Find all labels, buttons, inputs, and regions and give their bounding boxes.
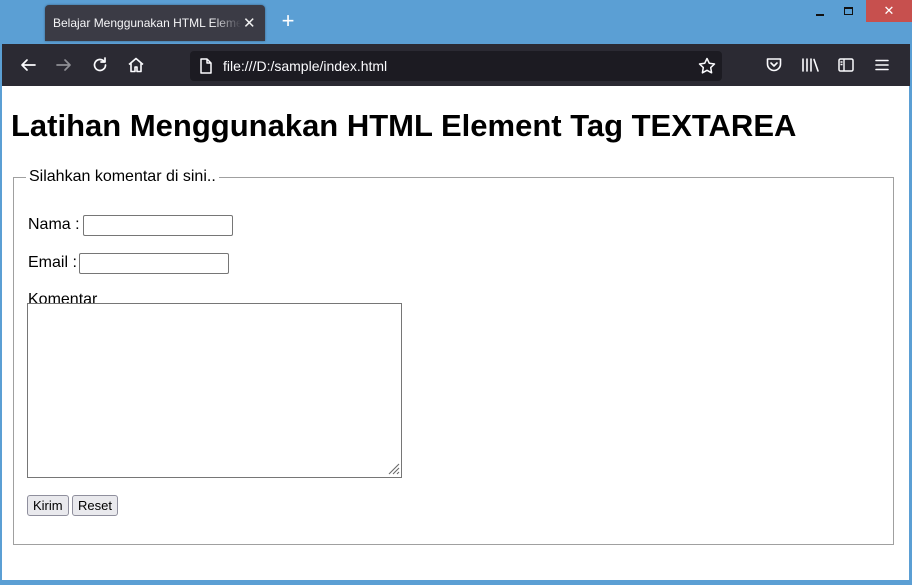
forward-icon xyxy=(56,59,71,71)
address-bar[interactable]: file:///D:/sample/index.html xyxy=(190,51,722,81)
library-button[interactable] xyxy=(800,55,820,75)
page-content: Latihan Menggunakan HTML Element Tag TEX… xyxy=(2,86,909,580)
navigation-toolbar: file:///D:/sample/index.html xyxy=(0,44,912,86)
nama-input[interactable] xyxy=(83,215,233,236)
tab-close-icon[interactable]: ✕ xyxy=(243,16,256,31)
browser-tab[interactable]: Belajar Menggunakan HTML Element Tag TEX… xyxy=(45,5,265,41)
menu-button[interactable] xyxy=(872,55,892,75)
tab-title: Belajar Menggunakan HTML Element Tag TEX… xyxy=(53,16,241,30)
library-icon xyxy=(802,58,819,72)
nama-label: Nama : xyxy=(28,216,80,233)
maximize-icon xyxy=(843,7,853,15)
reset-button[interactable]: Reset xyxy=(72,495,118,516)
home-button[interactable] xyxy=(126,55,146,75)
close-icon: ✕ xyxy=(883,3,895,18)
fieldset-legend: Silahkan komentar di sini.. xyxy=(29,168,216,185)
email-label: Email : xyxy=(28,254,77,271)
page-heading: Latihan Menggunakan HTML Element Tag TEX… xyxy=(11,108,797,143)
menu-icon xyxy=(875,59,889,71)
forward-button[interactable] xyxy=(54,55,74,75)
close-window-button[interactable]: ✕ xyxy=(866,0,912,22)
page-icon xyxy=(200,58,212,74)
komentar-textarea[interactable] xyxy=(27,303,402,478)
url-text: file:///D:/sample/index.html xyxy=(223,58,388,74)
maximize-button[interactable] xyxy=(834,0,862,22)
home-icon xyxy=(128,57,144,73)
resize-grip-icon[interactable] xyxy=(386,461,400,475)
email-input[interactable] xyxy=(79,253,229,274)
back-button[interactable] xyxy=(18,55,38,75)
title-bar: Belajar Menggunakan HTML Element Tag TEX… xyxy=(0,0,912,44)
bookmark-star-icon[interactable] xyxy=(698,57,716,75)
pocket-button[interactable] xyxy=(764,55,784,75)
sidebar-button[interactable] xyxy=(836,55,856,75)
new-tab-button[interactable]: + xyxy=(277,10,299,33)
minimize-button[interactable] xyxy=(806,0,834,22)
kirim-button[interactable]: Kirim xyxy=(27,495,69,516)
back-icon xyxy=(21,59,36,71)
reload-button[interactable] xyxy=(90,55,110,75)
window-controls: ✕ xyxy=(806,0,912,22)
sidebar-icon xyxy=(838,58,854,72)
pocket-icon xyxy=(766,58,782,72)
reload-icon xyxy=(93,57,107,72)
minimize-icon xyxy=(816,14,824,16)
